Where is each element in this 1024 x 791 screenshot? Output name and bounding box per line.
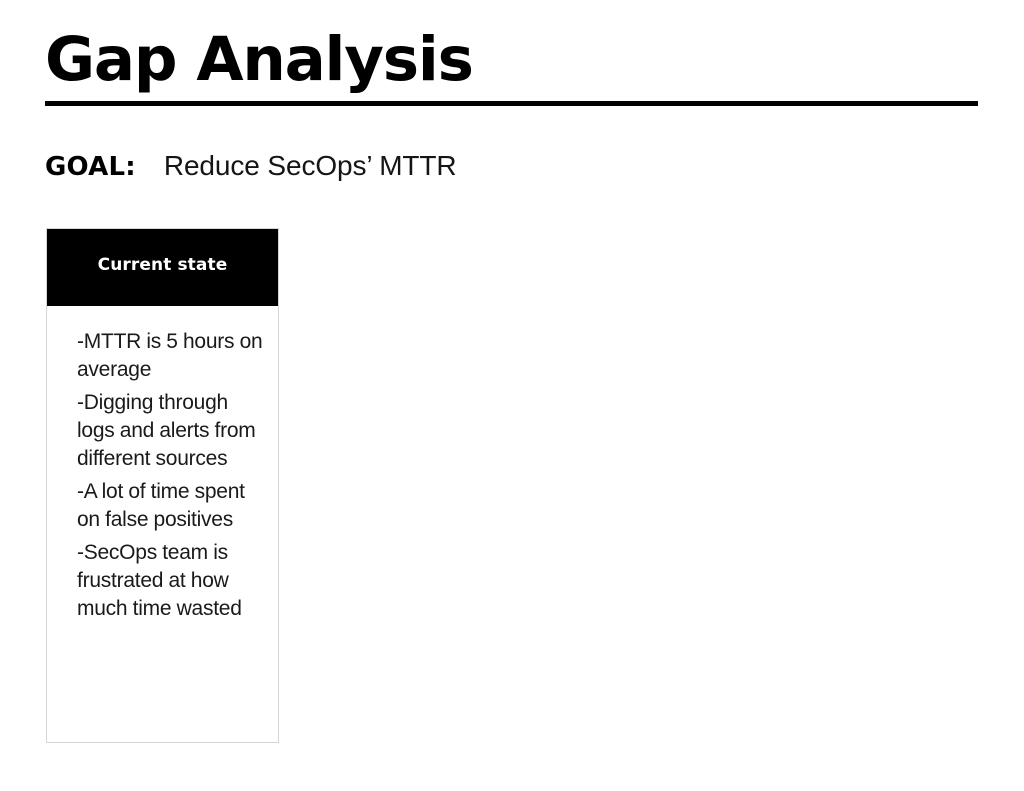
title-divider — [45, 100, 978, 106]
list-item: -SecOps team is frustrated at how much t… — [77, 541, 242, 620]
list-item: -Digging through logs and alerts from di… — [77, 391, 256, 470]
slide-canvas: Gap Analysis GOAL: Reduce SecOps’ MTTR C… — [0, 0, 1024, 791]
current-state-card-header-label: Current state — [97, 254, 228, 275]
goal-label: GOAL: — [45, 152, 136, 182]
goal-row: GOAL: Reduce SecOps’ MTTR — [45, 150, 457, 182]
page-title: Gap Analysis — [45, 24, 474, 95]
title-block: Gap Analysis — [45, 24, 978, 106]
current-state-card: Current state -MTTR is 5 hours on averag… — [46, 228, 279, 743]
list-item: -MTTR is 5 hours on average — [77, 330, 263, 381]
current-state-card-body: -MTTR is 5 hours on average -Digging thr… — [47, 306, 278, 742]
list-item: -A lot of time spent on false positives — [77, 480, 245, 531]
goal-value: Reduce SecOps’ MTTR — [163, 150, 457, 181]
current-state-card-header: Current state — [47, 229, 278, 306]
